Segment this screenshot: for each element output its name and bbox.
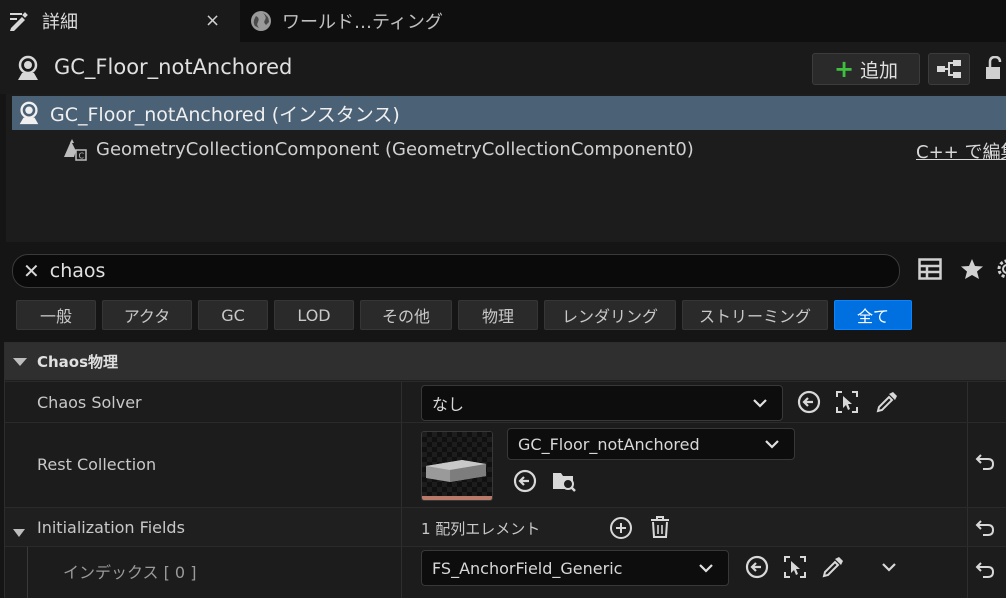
plus-icon: +: [833, 55, 855, 83]
blueprint-button[interactable]: [928, 53, 970, 85]
eyedropper-icon[interactable]: [875, 390, 899, 418]
reset-to-default-icon[interactable]: [975, 561, 995, 583]
edit-cpp-link[interactable]: C++ で編集: [916, 138, 1006, 164]
column-divider: [967, 508, 968, 546]
tab-world-settings[interactable]: ワールド…ティング: [250, 0, 490, 42]
column-divider: [401, 423, 402, 507]
dropdown-value: GC_Floor_notAnchored: [518, 434, 700, 454]
add-component-button[interactable]: + 追加: [812, 53, 920, 85]
collapse-arrow-icon[interactable]: [13, 523, 25, 542]
eyedropper-icon[interactable]: [821, 555, 845, 583]
browse-select-icon[interactable]: [835, 390, 859, 418]
browse-select-icon[interactable]: [783, 555, 807, 583]
property-row-index-0: インデックス [ 0 ] FS_AnchorField_Generic: [5, 546, 1006, 598]
chevron-down-icon[interactable]: [881, 559, 897, 578]
actor-name: GC_Floor_notAnchored: [54, 55, 293, 79]
tab-world-label: ワールド…ティング: [282, 12, 443, 33]
filter-rendering[interactable]: レンダリング: [544, 300, 676, 330]
tree-item-instance-label: GC_Floor_notAnchored (インスタンス): [50, 103, 400, 126]
property-row-initialization-fields: Initialization Fields 1 配列エレメント: [5, 507, 1006, 546]
blueprint-icon: [936, 59, 962, 79]
property-row-rest-collection: Rest Collection GC_Floor_notAnchored: [5, 422, 1006, 507]
tree-item-component[interactable]: C GeometryCollectionComponent (GeometryC…: [12, 132, 1006, 166]
use-selected-icon[interactable]: [797, 390, 821, 418]
details-header: GC_Floor_notAnchored + 追加: [0, 42, 1006, 94]
property-matrix-icon[interactable]: [918, 258, 942, 280]
search-input-value: chaos: [49, 260, 106, 282]
property-label: Initialization Fields: [37, 518, 185, 537]
collapse-arrow-icon: [13, 352, 27, 371]
tree-item-instance[interactable]: GC_Floor_notAnchored (インスタンス): [12, 96, 1006, 130]
category-title: Chaos物理: [37, 353, 119, 371]
property-label: インデックス [ 0 ]: [63, 563, 197, 582]
indent-guide: [27, 547, 28, 598]
category-chaos-physics[interactable]: Chaos物理: [5, 343, 1006, 380]
index-0-dropdown[interactable]: FS_AnchorField_Generic: [421, 550, 729, 586]
filter-all[interactable]: 全て: [834, 300, 912, 330]
search-area: ✕ chaos 一般 アクタ GC LOD その他 物理 レンダリング ストリー…: [0, 242, 1006, 342]
close-icon[interactable]: ×: [205, 10, 220, 31]
filter-misc[interactable]: その他: [360, 300, 452, 330]
column-divider: [967, 382, 968, 422]
property-label: Rest Collection: [37, 455, 157, 474]
chevron-down-icon: [698, 560, 714, 579]
reset-to-default-icon[interactable]: [975, 453, 995, 475]
array-element-count: 1 配列エレメント: [421, 520, 541, 538]
filter-general[interactable]: 一般: [16, 300, 96, 330]
filter-streaming[interactable]: ストリーミング: [682, 300, 828, 330]
column-divider: [967, 547, 968, 598]
filter-gc[interactable]: GC: [198, 300, 268, 330]
tab-details-label: 詳細: [42, 12, 78, 33]
column-divider: [401, 547, 402, 598]
column-divider: [401, 508, 402, 546]
dropdown-value: なし: [432, 395, 465, 414]
chevron-down-icon: [752, 395, 768, 414]
component-tree: GC_Floor_notAnchored (インスタンス) C Geometry…: [6, 94, 1006, 242]
property-label: Chaos Solver: [37, 393, 142, 412]
actor-icon: [14, 54, 42, 82]
property-row-chaos-solver: Chaos Solver なし: [5, 381, 1006, 422]
property-grid: Chaos物理 Chaos Solver なし Rest Collection: [4, 342, 1006, 598]
column-divider: [967, 423, 968, 507]
gear-icon[interactable]: [996, 258, 1006, 280]
column-divider: [401, 382, 402, 422]
use-selected-icon[interactable]: [745, 555, 769, 583]
filter-actor[interactable]: アクタ: [102, 300, 192, 330]
tree-item-component-label: GeometryCollectionComponent (GeometryCol…: [96, 138, 694, 160]
svg-text:C: C: [79, 152, 85, 161]
chaos-solver-dropdown[interactable]: なし: [421, 385, 783, 421]
clear-search-icon[interactable]: ✕: [23, 259, 40, 283]
actor-icon: [16, 100, 42, 126]
add-element-icon[interactable]: [609, 516, 633, 544]
tab-bar: 詳細 × ワールド…ティング: [0, 0, 1006, 42]
star-icon[interactable]: [960, 258, 984, 280]
add-button-label: 追加: [860, 59, 899, 82]
dropdown-value: FS_AnchorField_Generic: [432, 558, 623, 578]
reset-to-default-icon[interactable]: [975, 519, 995, 541]
tab-details[interactable]: 詳細 ×: [0, 0, 240, 42]
rest-collection-dropdown[interactable]: GC_Floor_notAnchored: [507, 428, 795, 460]
search-input[interactable]: ✕ chaos: [12, 254, 900, 288]
globe-icon: [250, 10, 272, 32]
lock-icon[interactable]: [984, 56, 1006, 80]
browse-asset-icon[interactable]: [551, 469, 577, 497]
chevron-down-icon: [764, 436, 780, 455]
use-selected-icon[interactable]: [513, 469, 537, 497]
pencil-icon: [8, 10, 34, 32]
filter-lod[interactable]: LOD: [274, 300, 354, 330]
filter-physics[interactable]: 物理: [458, 300, 538, 330]
trash-icon[interactable]: [649, 515, 671, 543]
asset-thumbnail[interactable]: [421, 431, 493, 501]
geometry-collection-icon: C: [62, 137, 88, 161]
